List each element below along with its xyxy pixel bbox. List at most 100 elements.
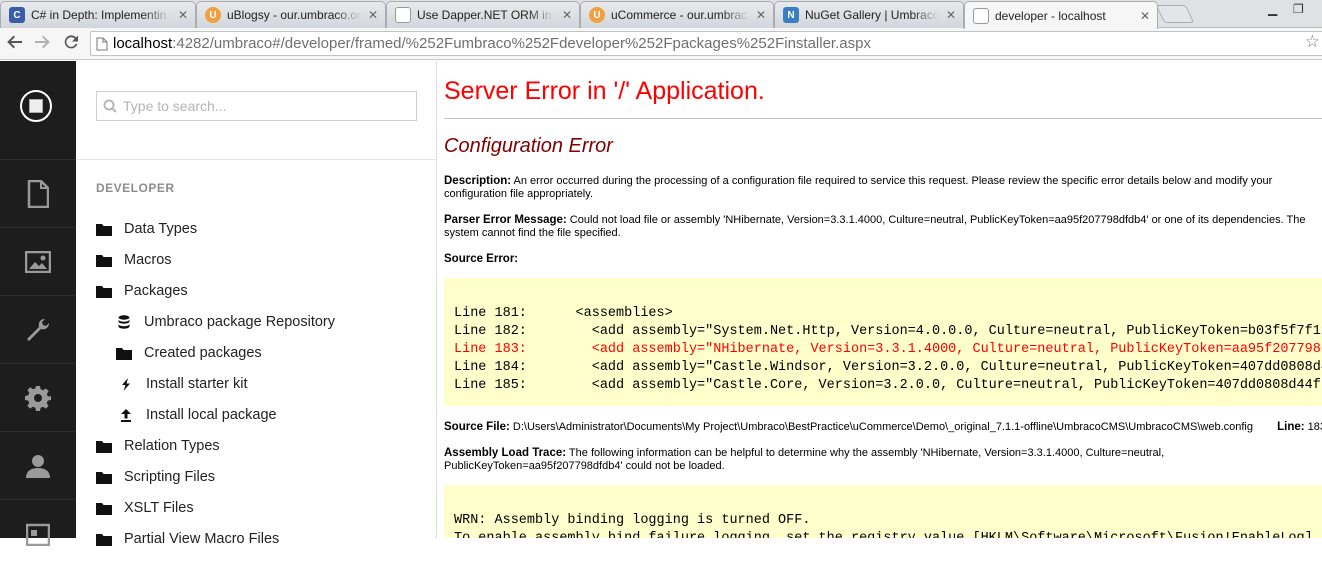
tree-item-created-packages[interactable]: Created packages xyxy=(116,341,262,365)
restore-icon[interactable]: ❐ xyxy=(1293,2,1304,16)
close-icon[interactable]: ✕ xyxy=(945,8,957,22)
tree-item-label: Partial View Macro Files xyxy=(124,531,280,547)
forward-icon[interactable] xyxy=(31,33,53,55)
browser-toolbar: localhost:4282/umbraco#/developer/framed… xyxy=(0,28,1322,60)
browser-tab-active[interactable]: developer - localhost ✕ xyxy=(964,1,1158,29)
tab-title: uCommerce - our.umbrac xyxy=(611,8,748,22)
close-icon[interactable]: ✕ xyxy=(177,8,189,22)
tree-item-relation-types[interactable]: Relation Types xyxy=(96,434,220,458)
source-error-heading: Source Error: xyxy=(444,253,1322,266)
tree-item-package-repository[interactable]: Umbraco package Repository xyxy=(116,310,335,334)
tree-item-xslt-files[interactable]: XSLT Files xyxy=(96,496,194,520)
error-description: Description: An error occurred during th… xyxy=(444,175,1322,201)
code-line: Line 185: <add assembly="Castle.Core, Ve… xyxy=(454,378,1322,393)
line-value: 183 xyxy=(1307,421,1322,433)
nuget-icon: N xyxy=(783,7,799,23)
umbraco-logo[interactable] xyxy=(20,90,52,122)
tree-item-install-starter-kit[interactable]: Install starter kit xyxy=(118,372,248,396)
csharp-icon: C xyxy=(9,7,25,23)
tab-title: uBlogsy - our.umbraco.or xyxy=(227,8,361,22)
trace-label: Assembly Load Trace: xyxy=(444,447,567,459)
users-icon[interactable] xyxy=(0,431,76,499)
tree-item-macros[interactable]: Macros xyxy=(96,248,172,272)
tree-item-label: Install local package xyxy=(146,407,277,423)
members-icon[interactable] xyxy=(0,499,76,567)
tree-item-label: Install starter kit xyxy=(146,376,248,392)
error-page-frame: Server Error in '/' Application. Configu… xyxy=(437,61,1322,538)
upload-icon xyxy=(118,407,134,423)
error-subtitle: Configuration Error xyxy=(444,135,613,157)
source-file-path: D:\Users\Administrator\Documents\My Proj… xyxy=(509,421,1253,433)
divider xyxy=(444,118,1322,119)
code-line-highlighted: Line 183: <add assembly="NHibernate, Ver… xyxy=(454,342,1322,357)
parser-label: Parser Error Message: xyxy=(444,214,567,226)
page-icon xyxy=(395,7,411,23)
folder-icon xyxy=(96,438,112,454)
source-file-info: Source File: D:\Users\Administrator\Docu… xyxy=(444,421,1322,434)
browser-tab[interactable]: C C# in Depth: Implementin ✕ xyxy=(0,1,196,28)
folder-icon xyxy=(96,500,112,516)
folder-icon xyxy=(96,252,112,268)
tree-item-label: Scripting Files xyxy=(124,469,216,485)
tree-item-partial-view-macro-files[interactable]: Partial View Macro Files xyxy=(96,527,279,551)
parser-text: Could not load file or assembly 'NHibern… xyxy=(444,214,1306,239)
close-icon[interactable]: ✕ xyxy=(561,8,573,22)
address-bar[interactable]: localhost:4282/umbraco#/developer/framed… xyxy=(90,31,1322,56)
browser-tab[interactable]: Use Dapper.NET ORM in A ✕ xyxy=(386,1,580,28)
tab-title: developer - localhost xyxy=(995,8,1106,23)
new-tab-button[interactable] xyxy=(1155,5,1195,23)
code-line: Line 182: <add assembly="System.Net.Http… xyxy=(454,324,1322,339)
tree-item-label: Umbraco package Repository xyxy=(144,314,336,330)
minimize-icon[interactable]: ▁ xyxy=(1268,2,1277,16)
page-icon xyxy=(91,37,113,51)
close-icon[interactable]: ✕ xyxy=(755,8,767,22)
tree-item-label: Packages xyxy=(124,283,188,299)
folder-icon xyxy=(96,283,112,299)
url-host: localhost xyxy=(113,35,173,52)
search-input[interactable] xyxy=(123,98,393,114)
lightning-icon xyxy=(118,376,134,392)
assembly-load-trace: Assembly Load Trace: The following infor… xyxy=(444,447,1184,473)
developer-gear-icon[interactable] xyxy=(0,363,76,431)
code-line: Line 184: <add assembly="Castle.Windsor,… xyxy=(454,360,1322,375)
divider xyxy=(76,159,436,160)
source-error-label: Source Error: xyxy=(444,253,519,265)
tree-item-label: Macros xyxy=(124,252,172,268)
tree-item-scripting-files[interactable]: Scripting Files xyxy=(96,465,215,489)
browser-tab[interactable]: N NuGet Gallery | Umbraco ( ✕ xyxy=(774,1,964,28)
browser-tab[interactable]: U uCommerce - our.umbrac ✕ xyxy=(580,1,774,28)
tab-title: C# in Depth: Implementin xyxy=(31,8,167,22)
browser-tab[interactable]: U uBlogsy - our.umbraco.or ✕ xyxy=(196,1,386,28)
tab-title: NuGet Gallery | Umbraco ( xyxy=(805,8,939,22)
code-line: WRN: Assembly binding logging is turned … xyxy=(454,513,811,528)
tree-item-packages[interactable]: Packages xyxy=(96,279,188,303)
close-icon[interactable]: ✕ xyxy=(1139,9,1151,23)
tree-item-install-local-package[interactable]: Install local package xyxy=(118,403,277,427)
close-icon[interactable]: ✕ xyxy=(367,8,379,22)
tree-search[interactable] xyxy=(96,91,417,121)
code-line: To enable assembly bind failure logging,… xyxy=(454,530,1322,538)
parser-error-message: Parser Error Message: Could not load fil… xyxy=(444,214,1322,240)
section-sidebar xyxy=(0,61,76,546)
tree-item-data-types[interactable]: Data Types xyxy=(96,217,197,241)
url-path: :4282/umbraco#/developer/framed/%252Fumb… xyxy=(172,35,871,52)
back-icon[interactable] xyxy=(4,33,26,55)
tree-item-label: Created packages xyxy=(144,345,262,361)
page-icon xyxy=(973,7,989,24)
umbraco-icon: U xyxy=(589,7,605,23)
bookmark-star-icon[interactable]: ☆ xyxy=(1305,32,1320,52)
tree-item-label: XSLT Files xyxy=(124,500,194,516)
settings-wrench-icon[interactable] xyxy=(0,295,76,363)
folder-icon xyxy=(116,345,132,361)
error-title: Server Error in '/' Application. xyxy=(444,77,765,105)
content-icon[interactable] xyxy=(0,159,76,227)
reload-icon[interactable] xyxy=(60,33,82,55)
source-code-block: Line 181: <assemblies> Line 182: <add as… xyxy=(444,278,1322,406)
tab-title: Use Dapper.NET ORM in A xyxy=(417,8,555,22)
developer-tree-panel: DEVELOPER Data Types Macros Packages Umb… xyxy=(76,61,437,547)
description-text: An error occurred during the processing … xyxy=(444,175,1273,200)
folder-icon xyxy=(96,469,112,485)
media-icon[interactable] xyxy=(0,227,76,295)
umbraco-icon: U xyxy=(205,7,221,23)
line-label: Line: xyxy=(1277,421,1305,433)
